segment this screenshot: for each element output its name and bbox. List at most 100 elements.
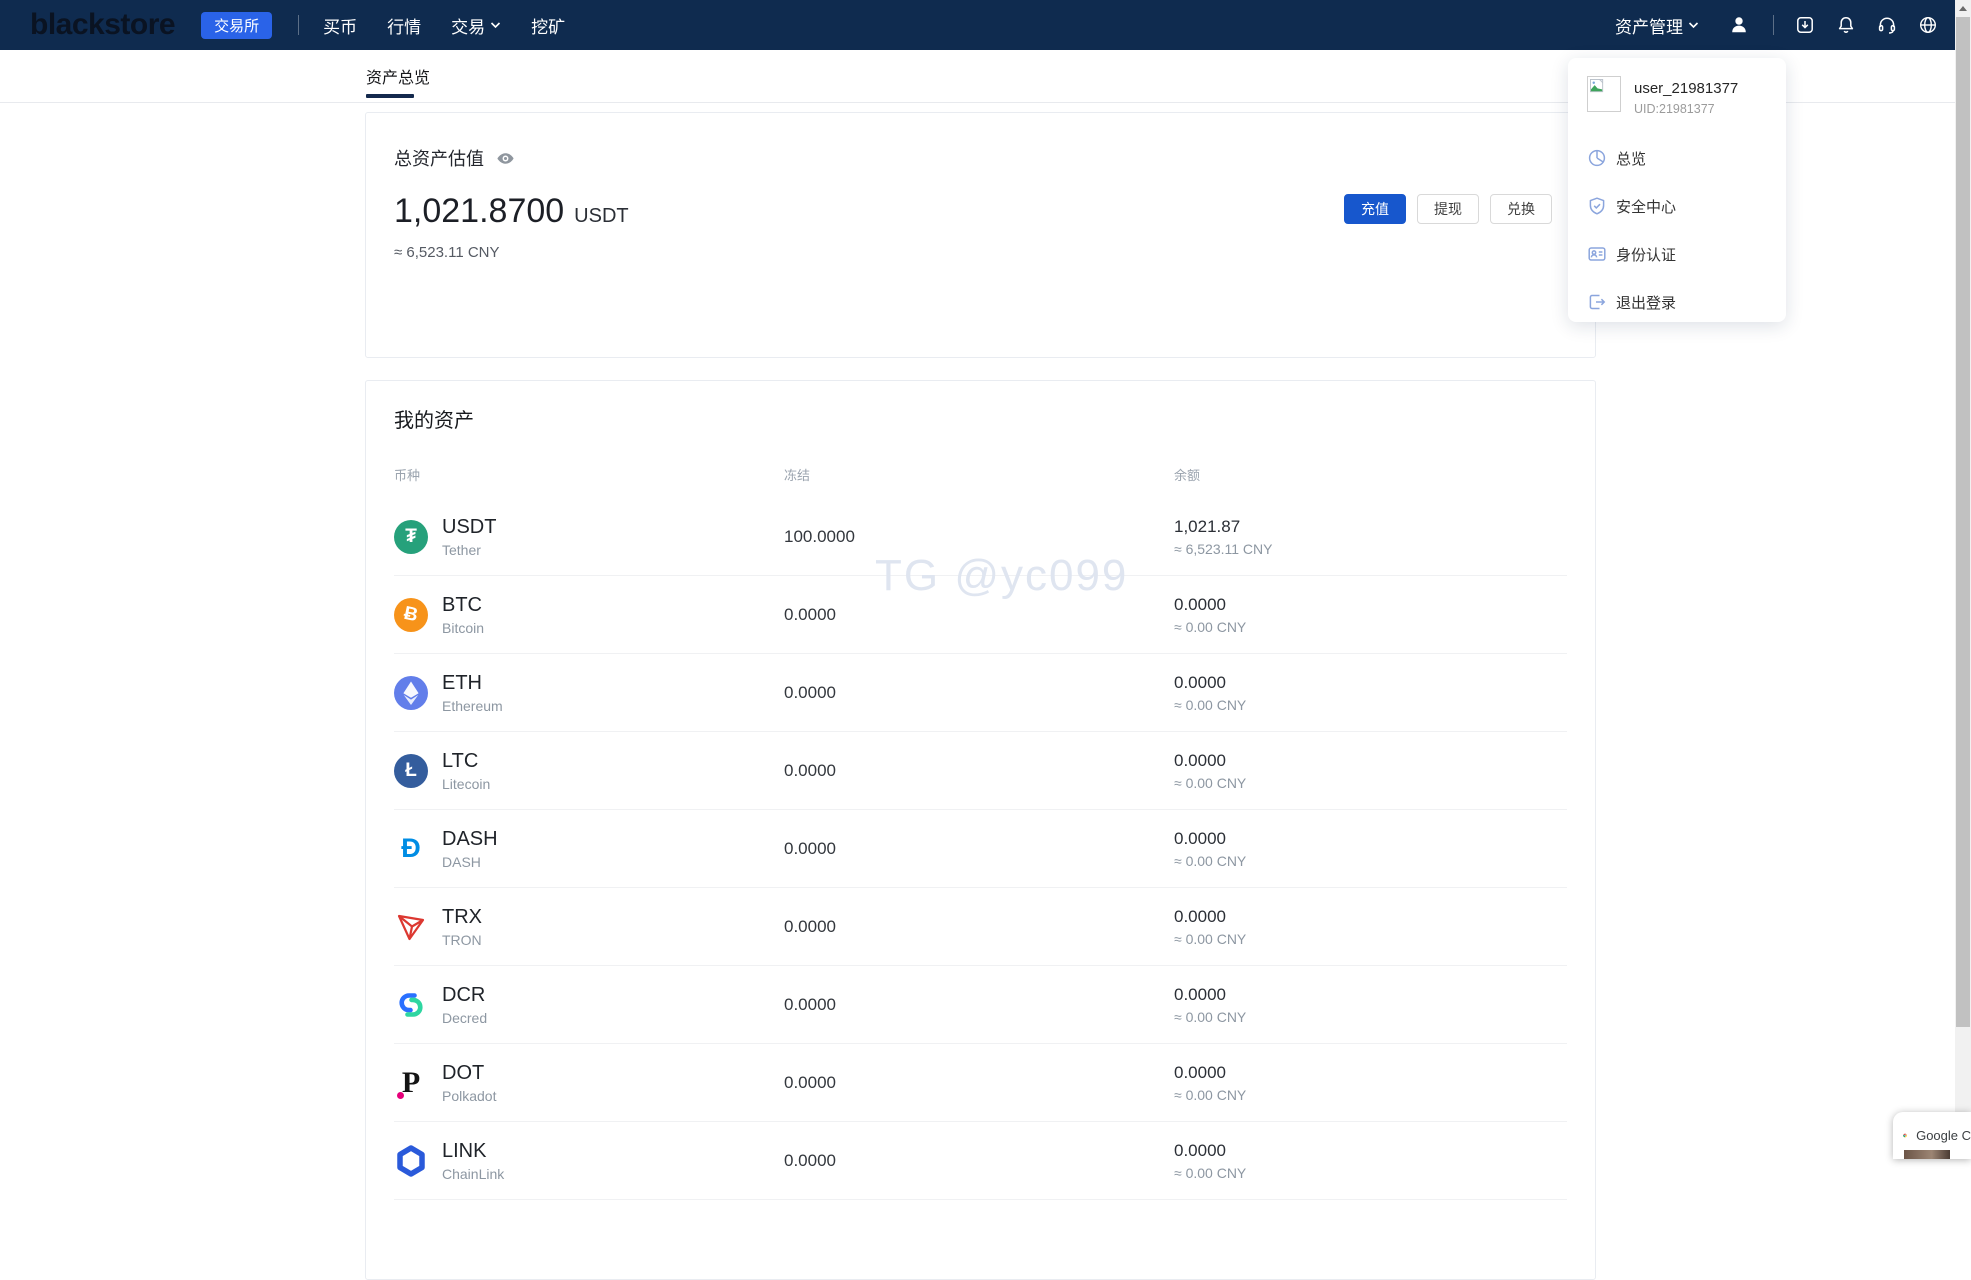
asset-row-btc: Ƀ BTC Bitcoin 0.0000 0.0000 ≈ 0.00 CNY — [394, 576, 1567, 654]
popup-photo-thumbnail — [1904, 1150, 1950, 1159]
support-headset-icon[interactable] — [1877, 15, 1897, 35]
dcr-coin-icon — [394, 988, 428, 1022]
btc-coin-icon: Ƀ — [394, 598, 428, 632]
coin-name: Litecoin — [442, 776, 490, 792]
menu-item-overview[interactable]: 总览 — [1587, 134, 1786, 182]
user-dropdown-menu: user_21981377 UID:21981377 总览 安全中心 身份认证 … — [1568, 58, 1786, 322]
id-card-icon — [1587, 244, 1607, 264]
scrollbar-up-button[interactable] — [1955, 0, 1971, 17]
exchange-button[interactable]: 兑换 — [1490, 194, 1552, 224]
coin-name: Polkadot — [442, 1088, 496, 1104]
coin-symbol: DASH — [442, 828, 498, 851]
asset-row-usdt: ₮ USDT Tether 100.0000 1,021.87 ≈ 6,523.… — [394, 498, 1567, 576]
menu-item-security-center[interactable]: 安全中心 — [1587, 182, 1786, 230]
coin-name: TRON — [442, 932, 482, 948]
browser-scrollbar[interactable] — [1955, 0, 1971, 1159]
user-avatar-icon[interactable] — [1729, 15, 1749, 35]
nav-exchange-button[interactable]: 交易所 — [201, 12, 272, 39]
asset-row-dash: Đ DASH DASH 0.0000 0.0000 ≈ 0.00 CNY — [394, 810, 1567, 888]
coin-symbol: LTC — [442, 750, 490, 773]
balance-amount: 1,021.87 — [1174, 517, 1567, 537]
frozen-amount: 0.0000 — [784, 995, 1174, 1015]
menu-item-logout[interactable]: 退出登录 — [1587, 278, 1786, 326]
balance-amount: 0.0000 — [1174, 673, 1567, 693]
coin-cell: LINK ChainLink — [394, 1140, 784, 1182]
frozen-amount: 0.0000 — [784, 917, 1174, 937]
link-coin-icon — [394, 1144, 428, 1178]
frozen-amount: 0.0000 — [784, 683, 1174, 703]
navbar-right: 资产管理 — [1615, 13, 1938, 38]
balance-fiat: ≈ 6,523.11 CNY — [1174, 541, 1567, 557]
nav-item-markets[interactable]: 行情 — [387, 13, 421, 38]
top-navbar: blackstore 交易所 买币 行情 交易 挖矿 资产管理 — [0, 0, 1955, 50]
chevron-down-icon — [1688, 21, 1699, 29]
coin-cell: Ƀ BTC Bitcoin — [394, 594, 784, 636]
balance-amount: 0.0000 — [1174, 985, 1567, 1005]
download-app-icon[interactable] — [1795, 15, 1815, 35]
broken-avatar-image — [1587, 76, 1621, 112]
ltc-coin-icon: Ł — [394, 754, 428, 788]
col-header-coin: 币种 — [394, 465, 784, 484]
balance-fiat: ≈ 0.00 CNY — [1174, 931, 1567, 947]
dash-coin-icon: Đ — [394, 832, 428, 866]
coin-symbol: TRX — [442, 906, 482, 929]
nav-item-mining[interactable]: 挖矿 — [531, 13, 565, 38]
nav-item-trade[interactable]: 交易 — [451, 13, 501, 38]
frozen-amount: 0.0000 — [784, 605, 1174, 625]
coin-cell: Đ DASH DASH — [394, 828, 784, 870]
balance-amount: 0.0000 — [1174, 1063, 1567, 1083]
coin-name: ChainLink — [442, 1166, 504, 1182]
balance-fiat: ≈ 0.00 CNY — [1174, 853, 1567, 869]
my-assets-title: 我的资产 — [394, 404, 1567, 433]
frozen-amount: 0.0000 — [784, 839, 1174, 859]
balance-fiat: ≈ 0.00 CNY — [1174, 697, 1567, 713]
balance-fiat: ≈ 0.00 CNY — [1174, 1087, 1567, 1103]
security-shield-icon — [1587, 196, 1607, 216]
coin-cell: TRX TRON — [394, 906, 784, 948]
overview-pie-icon — [1587, 148, 1607, 168]
frozen-amount: 0.0000 — [784, 761, 1174, 781]
coin-name: Tether — [442, 542, 496, 558]
dropdown-uid: UID:21981377 — [1634, 102, 1738, 116]
total-assets-amount: 1,021.8700 — [394, 192, 564, 231]
balance-fiat: ≈ 0.00 CNY — [1174, 619, 1567, 635]
balance-amount: 0.0000 — [1174, 595, 1567, 615]
asset-management-menu[interactable]: 资产管理 — [1615, 13, 1699, 38]
language-globe-icon[interactable] — [1918, 15, 1938, 35]
asset-row-link: LINK ChainLink 0.0000 0.0000 ≈ 0.00 CNY — [394, 1122, 1567, 1200]
scrollbar-thumb[interactable] — [1956, 17, 1970, 1027]
coin-name: Decred — [442, 1010, 487, 1026]
toggle-visibility-eye-icon[interactable] — [496, 149, 515, 168]
asset-row-dot: P DOT Polkadot 0.0000 0.0000 ≈ 0.00 CNY — [394, 1044, 1567, 1122]
withdraw-button[interactable]: 提现 — [1417, 194, 1479, 224]
chrome-logo-icon — [1903, 1127, 1907, 1144]
balance-amount: 0.0000 — [1174, 907, 1567, 927]
assets-table-header: 币种 冻结 余额 — [394, 465, 1567, 498]
deposit-button[interactable]: 充值 — [1344, 194, 1406, 224]
coin-name: Bitcoin — [442, 620, 484, 636]
asset-row-trx: TRX TRON 0.0000 0.0000 ≈ 0.00 CNY — [394, 888, 1567, 966]
balance-fiat: ≈ 0.00 CNY — [1174, 1009, 1567, 1025]
menu-item-identity-verification[interactable]: 身份认证 — [1587, 230, 1786, 278]
main-nav: 买币 行情 交易 挖矿 — [323, 13, 565, 38]
asset-row-eth: ETH Ethereum 0.0000 0.0000 ≈ 0.00 CNY — [394, 654, 1567, 732]
coin-cell: DCR Decred — [394, 984, 784, 1026]
col-header-frozen: 冻结 — [784, 465, 1174, 484]
logout-icon — [1587, 292, 1607, 312]
google-popup-label: Google C — [1916, 1128, 1971, 1143]
dot-coin-icon: P — [394, 1066, 428, 1100]
coin-name: DASH — [442, 854, 498, 870]
balance-fiat: ≈ 0.00 CNY — [1174, 775, 1567, 791]
tab-asset-overview[interactable]: 资产总览 — [366, 50, 430, 102]
brand-logo[interactable]: blackstore — [30, 8, 175, 42]
nav-item-buy[interactable]: 买币 — [323, 13, 357, 38]
total-assets-unit: USDT — [574, 205, 628, 228]
nav-divider — [298, 15, 299, 35]
usdt-coin-icon: ₮ — [394, 520, 428, 554]
total-assets-fiat: ≈ 6,523.11 CNY — [394, 244, 1567, 261]
balance-fiat: ≈ 0.00 CNY — [1174, 1165, 1567, 1181]
notifications-bell-icon[interactable] — [1836, 15, 1856, 35]
coin-symbol: LINK — [442, 1140, 504, 1163]
coin-cell: Ł LTC Litecoin — [394, 750, 784, 792]
frozen-amount: 100.0000 — [784, 527, 1174, 547]
